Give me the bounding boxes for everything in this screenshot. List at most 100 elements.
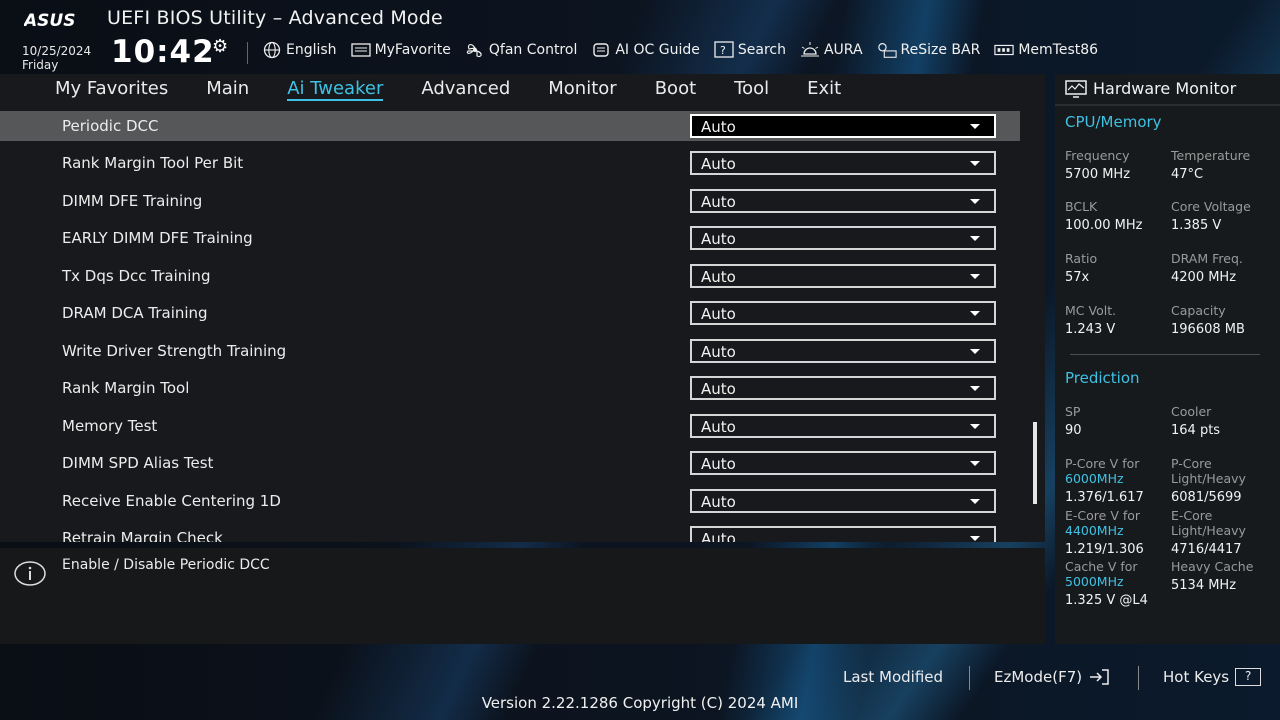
setting-row-early-dimm-dfe-training[interactable]: EARLY DIMM DFE Training Auto	[0, 223, 1020, 253]
hw-label: E-Core V for	[1065, 508, 1141, 523]
settings-panel: Periodic DCC Auto Rank Margin Tool Per B…	[0, 104, 1045, 542]
hw-value: 100.00 MHz	[1065, 218, 1143, 233]
setting-dropdown[interactable]: Auto	[690, 301, 996, 325]
hw-label: SP	[1065, 404, 1081, 419]
setting-row-memory-test[interactable]: Memory Test Auto	[0, 411, 1020, 441]
exit-arrow-icon	[1090, 669, 1109, 685]
tab-tool[interactable]: Tool	[734, 78, 769, 101]
dropdown-value: Auto	[701, 155, 736, 173]
setting-row-rank-margin-tool-per-bit[interactable]: Rank Margin Tool Per Bit Auto	[0, 148, 1020, 178]
setting-dropdown[interactable]: Auto	[690, 526, 996, 542]
cpu-memory-heading: CPU/Memory	[1065, 113, 1162, 131]
clock-settings-gear-icon[interactable]: ⚙	[212, 36, 228, 57]
hw-pcore-light-heavy: P-Core Light/Heavy 6081/5699	[1171, 456, 1271, 506]
hardware-monitor-title: Hardware Monitor	[1065, 79, 1236, 98]
setting-dropdown[interactable]: Auto	[690, 489, 996, 513]
hardware-monitor-label: Hardware Monitor	[1093, 79, 1237, 98]
hw-value: 1.325 V @L4	[1065, 593, 1148, 608]
resize-bar-button[interactable]: ReSize BAR	[877, 41, 980, 59]
setting-dropdown[interactable]: Auto	[690, 339, 996, 363]
hw-value: 57x	[1065, 270, 1090, 285]
dropdown-value: Auto	[701, 418, 736, 436]
ai-oc-guide-button[interactable]: AI OC Guide	[591, 41, 700, 59]
hw-value: 90	[1065, 423, 1082, 438]
date-text: 10/25/2024	[22, 44, 92, 58]
myfavorite-button[interactable]: MyFavorite	[350, 41, 451, 59]
bottom-divider	[1138, 666, 1139, 690]
hw-label: E-Core Light/Heavy	[1171, 508, 1246, 538]
setting-label: Tx Dqs Dcc Training	[62, 267, 211, 285]
chevron-down-icon	[970, 386, 980, 391]
hw-value: 4716/4417	[1171, 542, 1242, 557]
svg-text:ASUS: ASUS	[24, 11, 75, 30]
chevron-down-icon	[970, 349, 980, 354]
setting-row-retrain-margin-check[interactable]: Retrain Margin Check Auto	[0, 523, 1020, 542]
setting-row-dram-dca-training[interactable]: DRAM DCA Training Auto	[0, 298, 1020, 328]
search-label: Search	[737, 42, 786, 58]
dropdown-value: Auto	[701, 493, 736, 511]
hot-keys-button[interactable]: Hot Keys ?	[1163, 668, 1262, 686]
setting-dropdown[interactable]: Auto	[690, 226, 996, 250]
ezmode-button[interactable]: EzMode(F7)	[994, 668, 1110, 686]
setting-label: Retrain Margin Check	[62, 529, 223, 542]
hw-value: 164 pts	[1171, 423, 1221, 438]
setting-row-rank-margin-tool[interactable]: Rank Margin Tool Auto	[0, 373, 1020, 403]
tab-main[interactable]: Main	[206, 78, 249, 101]
chevron-down-icon	[970, 124, 980, 129]
prediction-heading: Prediction	[1065, 369, 1140, 387]
tab-exit[interactable]: Exit	[807, 78, 841, 101]
hw-label: P-Core Light/Heavy	[1171, 456, 1246, 486]
language-label: English	[286, 42, 337, 58]
memtest86-button[interactable]: MemTest86	[994, 41, 1098, 59]
hw-frequency: Frequency 5700 MHz	[1065, 148, 1165, 183]
hw-ecore-light-heavy: E-Core Light/Heavy 4716/4417	[1171, 508, 1271, 558]
setting-label: Write Driver Strength Training	[62, 342, 287, 360]
hw-label: Cache V for	[1065, 559, 1138, 574]
chevron-down-icon	[970, 424, 980, 429]
ai-oc-guide-label: AI OC Guide	[615, 42, 700, 58]
tab-advanced[interactable]: Advanced	[421, 78, 510, 101]
search-button[interactable]: ? Search	[714, 41, 786, 59]
setting-dropdown[interactable]: Auto	[690, 264, 996, 288]
memtest86-label: MemTest86	[1018, 42, 1099, 58]
dropdown-value: Auto	[701, 530, 736, 542]
dropdown-value: Auto	[701, 305, 736, 323]
setting-row-dimm-spd-alias-test[interactable]: DIMM SPD Alias Test Auto	[0, 448, 1020, 478]
setting-row-tx-dqs-dcc-training[interactable]: Tx Dqs Dcc Training Auto	[0, 261, 1020, 291]
setting-dropdown[interactable]: Auto	[690, 189, 996, 213]
hot-keys-label: Hot Keys	[1163, 668, 1230, 686]
hw-label: Temperature	[1171, 148, 1251, 163]
version-text: Version 2.22.1286 Copyright (C) 2024 AMI	[481, 694, 799, 712]
aura-button[interactable]: AURA	[800, 41, 863, 59]
hw-value: 1.376/1.617	[1065, 490, 1144, 505]
tab-my-favorites[interactable]: My Favorites	[55, 78, 168, 101]
setting-label: Rank Margin Tool Per Bit	[62, 154, 244, 172]
hw-label: Frequency	[1065, 148, 1130, 163]
language-button[interactable]: English	[262, 41, 337, 59]
hw-label: Capacity	[1171, 303, 1226, 318]
setting-row-periodic-dcc[interactable]: Periodic DCC Auto	[0, 111, 1020, 141]
setting-label: DIMM SPD Alias Test	[62, 454, 214, 472]
tab-monitor[interactable]: Monitor	[548, 78, 616, 101]
setting-dropdown[interactable]: Auto	[690, 414, 996, 438]
setting-dropdown[interactable]: Auto	[690, 114, 996, 138]
tab-ai-tweaker[interactable]: Ai Tweaker	[287, 78, 384, 101]
dropdown-value: Auto	[701, 118, 736, 136]
setting-dropdown[interactable]: Auto	[690, 376, 996, 400]
setting-row-receive-enable-centering-1d[interactable]: Receive Enable Centering 1D Auto	[0, 486, 1020, 516]
setting-row-dimm-dfe-training[interactable]: DIMM DFE Training Auto	[0, 186, 1020, 216]
qfan-control-button[interactable]: Qfan Control	[465, 41, 577, 59]
tab-boot[interactable]: Boot	[655, 78, 696, 101]
hw-dram-freq: DRAM Freq. 4200 MHz	[1171, 251, 1271, 286]
ezmode-label: EzMode(F7)	[994, 668, 1083, 686]
setting-row-write-driver-strength-training[interactable]: Write Driver Strength Training Auto	[0, 336, 1020, 366]
hardware-monitor-separator	[1055, 104, 1280, 106]
hw-label: Ratio	[1065, 251, 1098, 266]
nav-tabs: My Favorites Main Ai Tweaker Advanced Mo…	[55, 78, 879, 101]
setting-dropdown[interactable]: Auto	[690, 151, 996, 175]
hw-temperature: Temperature 47°C	[1171, 148, 1271, 183]
last-modified-button[interactable]: Last Modified	[843, 668, 943, 686]
setting-dropdown[interactable]: Auto	[690, 451, 996, 475]
hw-label: Core Voltage	[1171, 199, 1251, 214]
settings-scrollbar[interactable]	[1033, 422, 1037, 504]
